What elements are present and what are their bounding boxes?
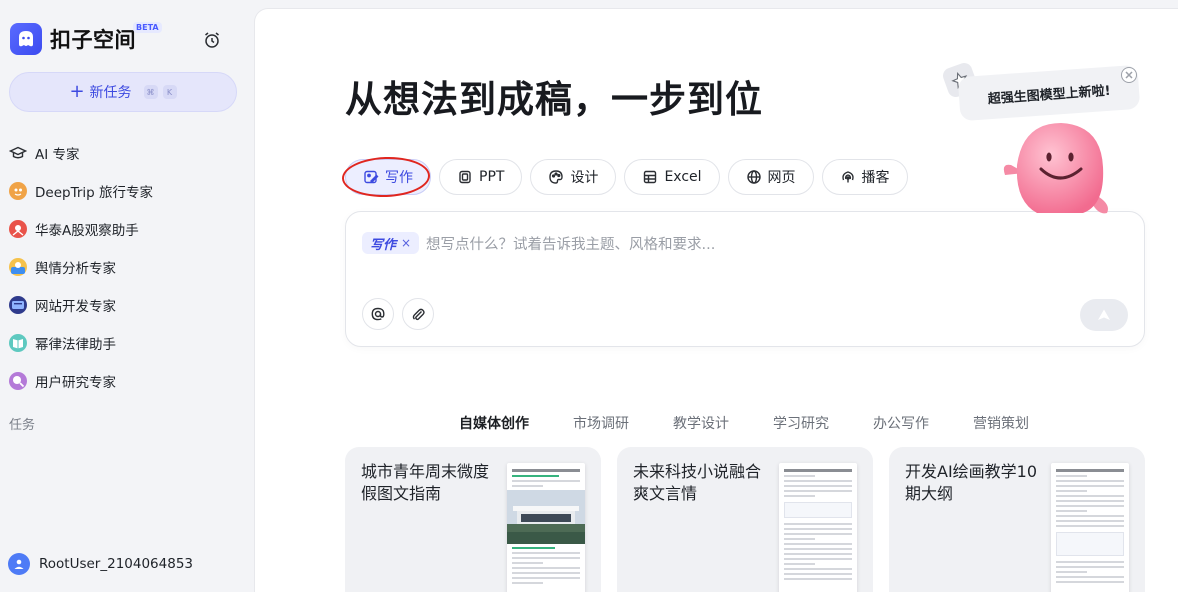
sidebar-item-legal[interactable]: 幂律法律助手 [9,324,239,362]
plus-icon: + [69,81,85,102]
tab-office-writing[interactable]: 办公写作 [873,413,929,433]
sidebar-item-label: 幂律法律助手 [35,337,116,353]
legal-book-icon [9,334,27,352]
deeptrip-icon [9,182,27,200]
mention-button[interactable] [362,298,394,330]
shortcut-key-cmd: ⌘ [143,85,158,99]
tab-marketing[interactable]: 营销策划 [973,413,1029,433]
promo-close-button[interactable] [1121,67,1137,83]
mode-design[interactable]: 设计 [530,159,617,195]
beta-badge: BETA [133,22,162,33]
user-name: RootUser_2104064853 [39,556,193,572]
mode-label: 网页 [767,170,796,186]
shortcut-key-k: K [162,85,177,99]
card-thumbnail [1051,463,1129,592]
podcast-icon [841,171,854,183]
tab-self-media[interactable]: 自媒体创作 [459,413,529,433]
palette-icon [549,170,564,184]
mode-ppt[interactable]: PPT [439,159,523,195]
sidebar-item-label: 舆情分析专家 [35,261,116,277]
sidebar-item-web-dev[interactable]: 网站开发专家 [9,286,239,324]
send-button[interactable] [1080,299,1128,331]
card-title: 开发AI绘画教学10期大纲 [905,462,1038,503]
tab-market-research[interactable]: 市场调研 [573,413,629,433]
new-task-label: 新任务 [89,85,132,101]
mode-label: 写作 [385,170,413,186]
prompt-input[interactable]: 想写点什么？试着告诉我主题、风格和要求... [426,233,715,254]
template-card[interactable]: 未来科技小说融合爽文言情 [617,447,873,592]
sidebar-item-sentiment[interactable]: 舆情分析专家 [9,248,239,286]
mode-write[interactable]: 写作 [341,155,431,199]
mode-label: 播客 [861,170,890,186]
new-task-button[interactable]: + 新任务 ⌘ K [9,72,237,112]
mode-selector: 写作 PPT 设计 Excel 网页 播客 [341,155,916,199]
mode-podcast[interactable]: 播客 [821,159,908,195]
send-arrow-icon [1098,309,1110,320]
page-title: 从想法到成稿，一步到位 [345,78,763,121]
globe-icon [746,170,761,184]
sidebar-item-label: DeepTrip 旅行专家 [35,185,153,201]
mode-label: PPT [479,169,505,185]
card-title: 城市青年周末微度假图文指南 [361,462,490,503]
category-tabs: 自媒体创作 市场调研 教学设计 学习研究 办公写作 营销策划 [459,413,1073,433]
app-logo[interactable]: 扣子空间 BETA [10,22,162,55]
coze-logo-icon [10,23,42,55]
template-card[interactable]: 城市青年周末微度假图文指南 [345,447,601,592]
mode-tag-label: 写作 [370,237,397,253]
promo-text: 超强生图模型上新啦! [987,83,1111,107]
sidebar-item-label: 华泰A股观察助手 [35,223,139,239]
paperclip-icon [412,308,425,321]
tab-study-research[interactable]: 学习研究 [773,413,829,433]
mode-label: 设计 [570,170,599,186]
stock-watch-icon [9,220,27,238]
card-thumbnail [779,463,857,592]
sidebar-item-deeptrip[interactable]: DeepTrip 旅行专家 [9,172,239,210]
web-dev-icon [9,296,27,314]
tasks-section-label: 任务 [9,418,36,433]
mode-webpage[interactable]: 网页 [727,159,814,195]
attach-button[interactable] [402,298,434,330]
table-icon [644,170,657,184]
app-name: 扣子空间 [50,28,136,52]
sentiment-analysis-icon [9,258,27,276]
main-panel: 从想法到成稿，一步到位 写作 PPT 设计 Excel 网页 播客 写作 × 想… [254,8,1178,592]
sidebar-item-user-research[interactable]: 用户研究专家 [9,362,239,400]
tag-remove-button[interactable]: × [401,236,411,250]
sidebar-item-label: AI 专家 [35,147,80,163]
mode-label: Excel [664,169,702,185]
avatar [8,553,30,575]
alarm-clock-icon[interactable] [203,31,221,49]
graduation-cap-icon [9,144,27,162]
sidebar-item-label: 用户研究专家 [35,375,116,391]
close-icon [1125,71,1133,79]
template-card[interactable]: 开发AI绘画教学10期大纲 [889,447,1145,592]
ppt-icon [459,170,471,184]
prompt-input-card[interactable]: 写作 × 想写点什么？试着告诉我主题、风格和要求... [345,211,1145,347]
sidebar-item-huatai[interactable]: 华泰A股观察助手 [9,210,239,248]
card-thumbnail [507,463,585,592]
building-photo-icon [507,490,585,544]
mode-tag: 写作 × [362,232,420,254]
card-title: 未来科技小说融合爽文言情 [633,462,762,503]
mode-excel[interactable]: Excel [624,159,720,195]
tab-teaching-design[interactable]: 教学设计 [673,413,729,433]
agent-list: AI 专家 DeepTrip 旅行专家 华泰A股观察助手 舆情分析专家 网站开发… [9,134,239,400]
sidebar: 扣子空间 BETA + 新任务 ⌘ K AI 专家 DeepTrip 旅行专家 … [0,0,253,592]
user-profile[interactable]: RootUser_2104064853 [8,553,193,575]
mascot-illustration [997,105,1117,217]
user-research-icon [9,372,27,390]
sidebar-item-label: 网站开发专家 [35,299,116,315]
write-icon [364,170,379,184]
at-sign-icon [371,307,385,321]
sidebar-item-ai-expert[interactable]: AI 专家 [9,134,239,172]
